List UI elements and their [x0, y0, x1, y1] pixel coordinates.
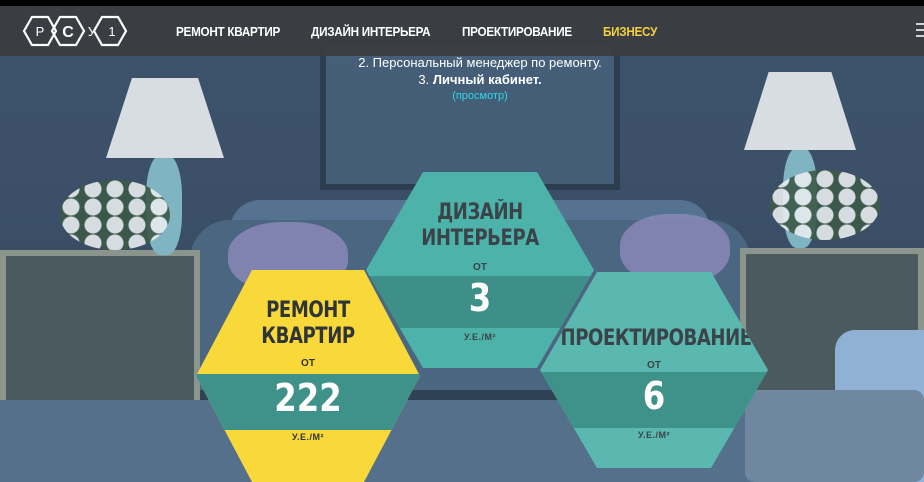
nav-item-projecting[interactable]: ПРОЕКТИРОВАНИЕ	[462, 24, 572, 39]
armchair-right	[745, 390, 924, 482]
main-nav: РЕМОНТ КВАРТИР ДИЗАЙН ИНТЕРЬЕРА ПРОЕКТИР…	[176, 6, 663, 56]
hamburger-menu-icon[interactable]	[916, 23, 924, 37]
logo-letter-2: С	[62, 24, 74, 41]
logo-letter-1: Р	[36, 24, 45, 39]
personal-cabinet-label: Личный кабинет.	[432, 72, 542, 87]
logo-letter-4: 1	[108, 24, 115, 39]
nav-item-design[interactable]: ДИЗАЙН ИНТЕРЬЕРА	[311, 24, 431, 39]
hex-price-value: 3	[468, 276, 492, 320]
hex-title-line-1: ДИЗАЙН	[437, 200, 523, 225]
flowers-right	[770, 170, 880, 240]
hex-price-value: 222	[274, 376, 342, 420]
logo-letter-3: У	[88, 24, 97, 39]
hex-title-line-2: ИНТЕРЬЕРА	[421, 226, 539, 251]
hex-title-line-1: РЕМОНТ	[266, 298, 350, 323]
hex-title-line-2: КВАРТИР	[261, 324, 355, 349]
site-header: Р С У 1 РЕМОНТ КВАРТИР ДИЗАЙН ИНТЕРЬЕРА …	[0, 6, 924, 56]
site-logo[interactable]: Р С У 1	[22, 14, 128, 48]
flowers-left	[60, 180, 170, 250]
hex-title: ДИЗАЙН ИНТЕРЬЕРА	[387, 200, 574, 252]
hex-price-value: 6	[642, 374, 666, 418]
lamp-shade-right	[744, 72, 856, 150]
info-line-2: 2. Персональный менеджер по ремонту.	[358, 55, 602, 70]
lamp-shade-left	[106, 78, 224, 158]
hex-title: ПРОЕКТИРОВАНИЕ	[560, 326, 753, 351]
hex-from-label: ОТ	[301, 358, 315, 369]
side-table-left	[0, 250, 200, 410]
view-link[interactable]: (просмотр)	[300, 88, 660, 105]
hex-title: РЕМОНТ КВАРТИР	[216, 298, 400, 350]
info-line-3-prefix: 3.	[418, 72, 433, 87]
info-block: 2. Персональный менеджер по ремонту. 3. …	[300, 54, 660, 105]
info-line-3: 3. Личный кабинет.	[300, 71, 660, 88]
hex-from-label: ОТ	[473, 262, 487, 273]
nav-item-business[interactable]: БИЗНЕСУ	[603, 24, 657, 39]
nav-item-repair[interactable]: РЕМОНТ КВАРТИР	[176, 24, 280, 39]
hex-from-label: ОТ	[647, 360, 661, 371]
